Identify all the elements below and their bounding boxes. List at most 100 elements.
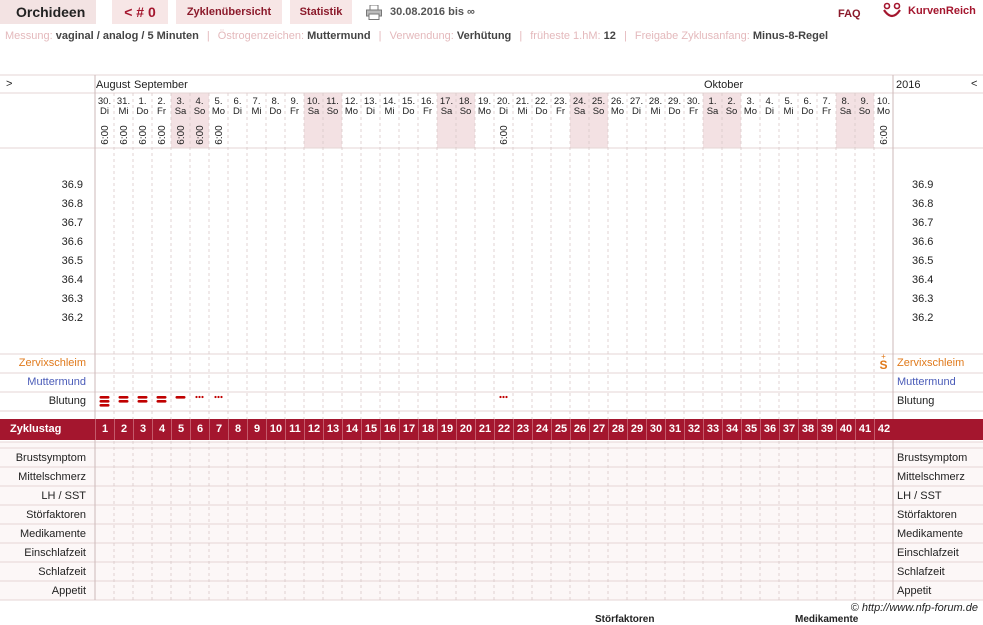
day-weekday: Mi [650,106,660,117]
cycle-day-number: 18 [418,419,437,440]
temperature-label: 36.5 [62,255,83,267]
zyklustag-row: Zyklustag 1 2 3 4 5 6 7 8 9 10 11 12 13 14 15 16 17 18 19 2… [0,419,983,440]
cycle-day-number: 7 [209,419,228,440]
muttermund-label-right: Muttermund [897,376,956,388]
cycle-day-number: 5 [171,419,190,440]
row-label-right: Störfaktoren [897,509,957,521]
cycle-day-number: 19 [437,419,456,440]
cycle-day-number: 17 [399,419,418,440]
zyklustag-label: Zyklustag [10,423,62,435]
cycle-chart-grid: 30.Di6:0031.Mi6:001.Do6:002.Fr6:003.Sa6:… [0,74,983,601]
measure-time: 6:00 [138,125,149,145]
chart-nav-next[interactable]: < [971,78,977,90]
cycle-day-number: 12 [304,419,323,440]
day-weekday: Di [233,106,242,117]
temperature-label-right: 36.9 [912,179,933,191]
day-weekday: So [460,106,472,117]
cycle-day-number: 25 [551,419,570,440]
day-weekday: Sa [308,106,320,117]
row-label-right: Schlafzeit [897,566,945,578]
cycle-day-number: 8 [228,419,247,440]
bleeding-mark [175,396,186,399]
day-weekday: Mi [384,106,394,117]
row-label: Mittelschmerz [18,471,86,483]
row-label-right: Mittelschmerz [897,471,965,483]
copyright[interactable]: © http://www.nfp-forum.de [851,602,978,614]
cycle-day-number: 21 [475,419,494,440]
cycle-day-number: 20 [456,419,475,440]
cycle-day-number: 14 [342,419,361,440]
day-weekday: Mi [251,106,261,117]
cycle-day-number: 33 [703,419,722,440]
day-weekday: Fr [290,106,299,117]
cycle-day-number: 30 [646,419,665,440]
day-weekday: Di [366,106,375,117]
temperature-label-right: 36.4 [912,274,933,286]
cycle-day-number: 40 [836,419,855,440]
day-weekday: Do [136,106,148,117]
day-weekday: Mi [118,106,128,117]
temperature-label-right: 36.5 [912,255,933,267]
row-label-right: LH / SST [897,490,942,502]
zervixschleim-label: Zervixschleim [18,357,86,369]
cycle-day-number: 23 [513,419,532,440]
row-label: Brustsymptom [16,452,86,464]
day-weekday: Sa [840,106,852,117]
measure-time: 6:00 [119,125,130,145]
muttermund-label: Muttermund [27,376,86,388]
measure-time: 6:00 [195,125,206,145]
day-weekday: So [593,106,605,117]
cycle-day-number: 32 [684,419,703,440]
row-label: Störfaktoren [26,509,86,521]
day-weekday: Mo [478,106,491,117]
cycle-day-number: 10 [266,419,285,440]
cycle-day-number: 39 [817,419,836,440]
bleeding-mark [137,396,148,403]
temperature-area [0,148,983,354]
day-weekday: So [859,106,871,117]
day-weekday: Do [801,106,813,117]
bleeding-mark [118,396,129,403]
temperature-label: 36.9 [62,179,83,191]
day-weekday: So [327,106,339,117]
cycle-day-number: 13 [323,419,342,440]
day-weekday: Mo [744,106,757,117]
row-label: Schlafzeit [38,566,86,578]
month-september: September [134,79,188,91]
temperature-label: 36.7 [62,217,83,229]
measure-time: 6:00 [100,125,111,145]
cycle-day-number: 28 [608,419,627,440]
bleeding-mark [156,396,167,403]
day-weekday: Mi [783,106,793,117]
day-weekday: Do [269,106,281,117]
day-weekday: Fr [689,106,698,117]
day-weekday: Sa [175,106,187,117]
bleeding-mark [214,395,223,399]
cycle-day-number: 31 [665,419,684,440]
cycle-day-number: 35 [741,419,760,440]
bleeding-mark [499,395,508,399]
cycle-day-number: 36 [760,419,779,440]
day-weekday: Mo [345,106,358,117]
cycle-day-number: 3 [133,419,152,440]
day-weekday: So [194,106,206,117]
month-august: August [96,79,131,91]
cervix-mark-plus: + [881,352,886,361]
day-weekday: Fr [157,106,166,117]
row-label-right: Medikamente [897,528,963,540]
cycle-day-number: 4 [152,419,171,440]
cycle-day-number: 16 [380,419,399,440]
temperature-label: 36.8 [62,198,83,210]
cycle-day-number: 11 [285,419,304,440]
day-weekday: Sa [707,106,719,117]
day-weekday: Fr [423,106,432,117]
row-label-right: Appetit [897,585,931,597]
cycle-day-number: 41 [855,419,874,440]
chart-nav-prev[interactable]: > [6,78,12,90]
day-weekday: Di [765,106,774,117]
cycle-day-number: 34 [722,419,741,440]
row-label: Medikamente [20,528,86,540]
temperature-label-right: 36.3 [912,293,933,305]
cycle-day-number: 22 [494,419,513,440]
day-weekday: Mo [212,106,225,117]
